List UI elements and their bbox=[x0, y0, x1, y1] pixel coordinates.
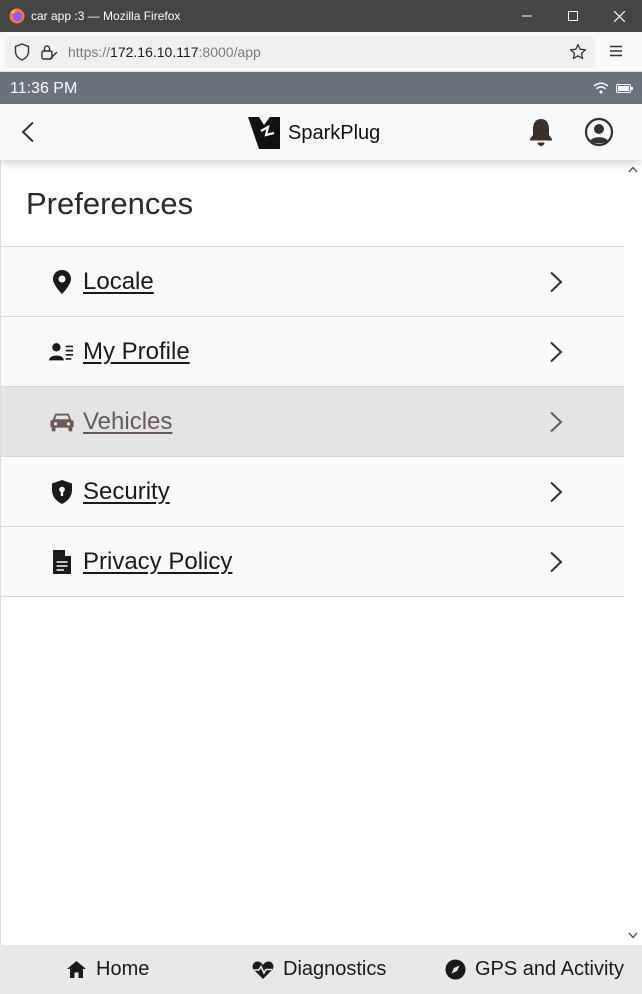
car-icon bbox=[49, 409, 75, 435]
chevron-right-icon bbox=[550, 271, 563, 293]
bottom-tab-bar: Home Diagnostics GPS and Activity bbox=[0, 945, 642, 994]
window-titlebar: car app :3 — Mozilla Firefox bbox=[0, 0, 642, 32]
chevron-right-icon bbox=[550, 481, 563, 503]
user-account-icon[interactable] bbox=[584, 117, 614, 147]
tracking-protection-shield-icon[interactable] bbox=[14, 43, 30, 61]
chevron-right-icon bbox=[550, 551, 563, 573]
scroll-up-arrow-icon[interactable] bbox=[628, 166, 638, 173]
preferences-content: Preferences Locale My Profile Vehicles S… bbox=[0, 160, 625, 945]
app-brand-name: SparkPlug bbox=[288, 122, 381, 144]
tab-diagnostics[interactable]: Diagnostics bbox=[252, 945, 386, 994]
url-port-path: :8000/app bbox=[198, 44, 261, 60]
page-title: Preferences bbox=[26, 186, 194, 221]
preferences-item-label[interactable]: Vehicles bbox=[83, 408, 172, 436]
firefox-logo-icon bbox=[9, 8, 25, 24]
document-icon bbox=[49, 549, 75, 575]
preferences-item-locale[interactable]: Locale bbox=[1, 247, 625, 317]
window-title: car app :3 — Mozilla Firefox bbox=[31, 9, 181, 23]
minimize-icon bbox=[522, 15, 532, 17]
preferences-item-label[interactable]: Privacy Policy bbox=[83, 548, 232, 576]
preferences-item-my-profile[interactable]: My Profile bbox=[1, 317, 625, 387]
browser-toolbar: https://172.16.10.117:8000/app bbox=[0, 32, 642, 72]
preferences-list: Locale My Profile Vehicles Security Priv… bbox=[1, 246, 625, 597]
shield-keyhole-icon bbox=[49, 479, 75, 505]
sparkplug-logo-icon bbox=[248, 117, 280, 149]
wifi-icon bbox=[593, 82, 609, 94]
preferences-item-security[interactable]: Security bbox=[1, 457, 625, 527]
scroll-down-arrow-icon[interactable] bbox=[628, 932, 638, 939]
close-icon bbox=[613, 10, 625, 22]
tab-label: GPS and Activity bbox=[475, 958, 624, 980]
minimize-button[interactable] bbox=[504, 0, 550, 32]
back-arrow-icon[interactable] bbox=[20, 121, 36, 143]
home-icon bbox=[67, 961, 86, 978]
content-scrollbar[interactable] bbox=[624, 160, 642, 945]
preferences-item-privacy-policy[interactable]: Privacy Policy bbox=[1, 527, 625, 597]
tab-label: Diagnostics bbox=[283, 958, 387, 980]
app-header: SparkPlug bbox=[0, 104, 642, 160]
bookmark-star-icon[interactable] bbox=[569, 43, 587, 61]
preferences-item-label[interactable]: My Profile bbox=[83, 338, 190, 366]
preferences-item-vehicles[interactable]: Vehicles bbox=[1, 387, 625, 457]
chevron-right-icon bbox=[550, 411, 563, 433]
id-card-icon bbox=[49, 339, 75, 365]
maximize-icon bbox=[568, 11, 578, 21]
chevron-right-icon bbox=[550, 341, 563, 363]
maximize-button[interactable] bbox=[550, 0, 596, 32]
preferences-item-label[interactable]: Security bbox=[83, 478, 170, 506]
tab-home[interactable]: Home bbox=[66, 945, 149, 994]
url-text[interactable]: https://172.16.10.117:8000/app bbox=[68, 44, 261, 60]
tab-label: Home bbox=[96, 958, 150, 980]
status-time: 11:36 PM bbox=[10, 80, 78, 97]
hamburger-menu-icon[interactable] bbox=[609, 44, 623, 58]
preferences-item-label[interactable]: Locale bbox=[83, 268, 154, 296]
url-host: 172.16.10.117 bbox=[110, 44, 199, 60]
url-scheme: https:// bbox=[68, 44, 111, 60]
close-window-button[interactable] bbox=[596, 0, 642, 32]
insecure-lock-icon[interactable] bbox=[40, 43, 58, 61]
tab-gps-and-activity[interactable]: GPS and Activity bbox=[445, 945, 624, 994]
battery-icon bbox=[616, 84, 633, 93]
notifications-bell-icon[interactable] bbox=[527, 117, 555, 147]
compass-icon bbox=[445, 959, 466, 980]
map-marker-icon bbox=[49, 269, 75, 295]
heart-pulse-icon bbox=[252, 960, 274, 979]
device-status-bar: 11:36 PM bbox=[0, 72, 642, 104]
